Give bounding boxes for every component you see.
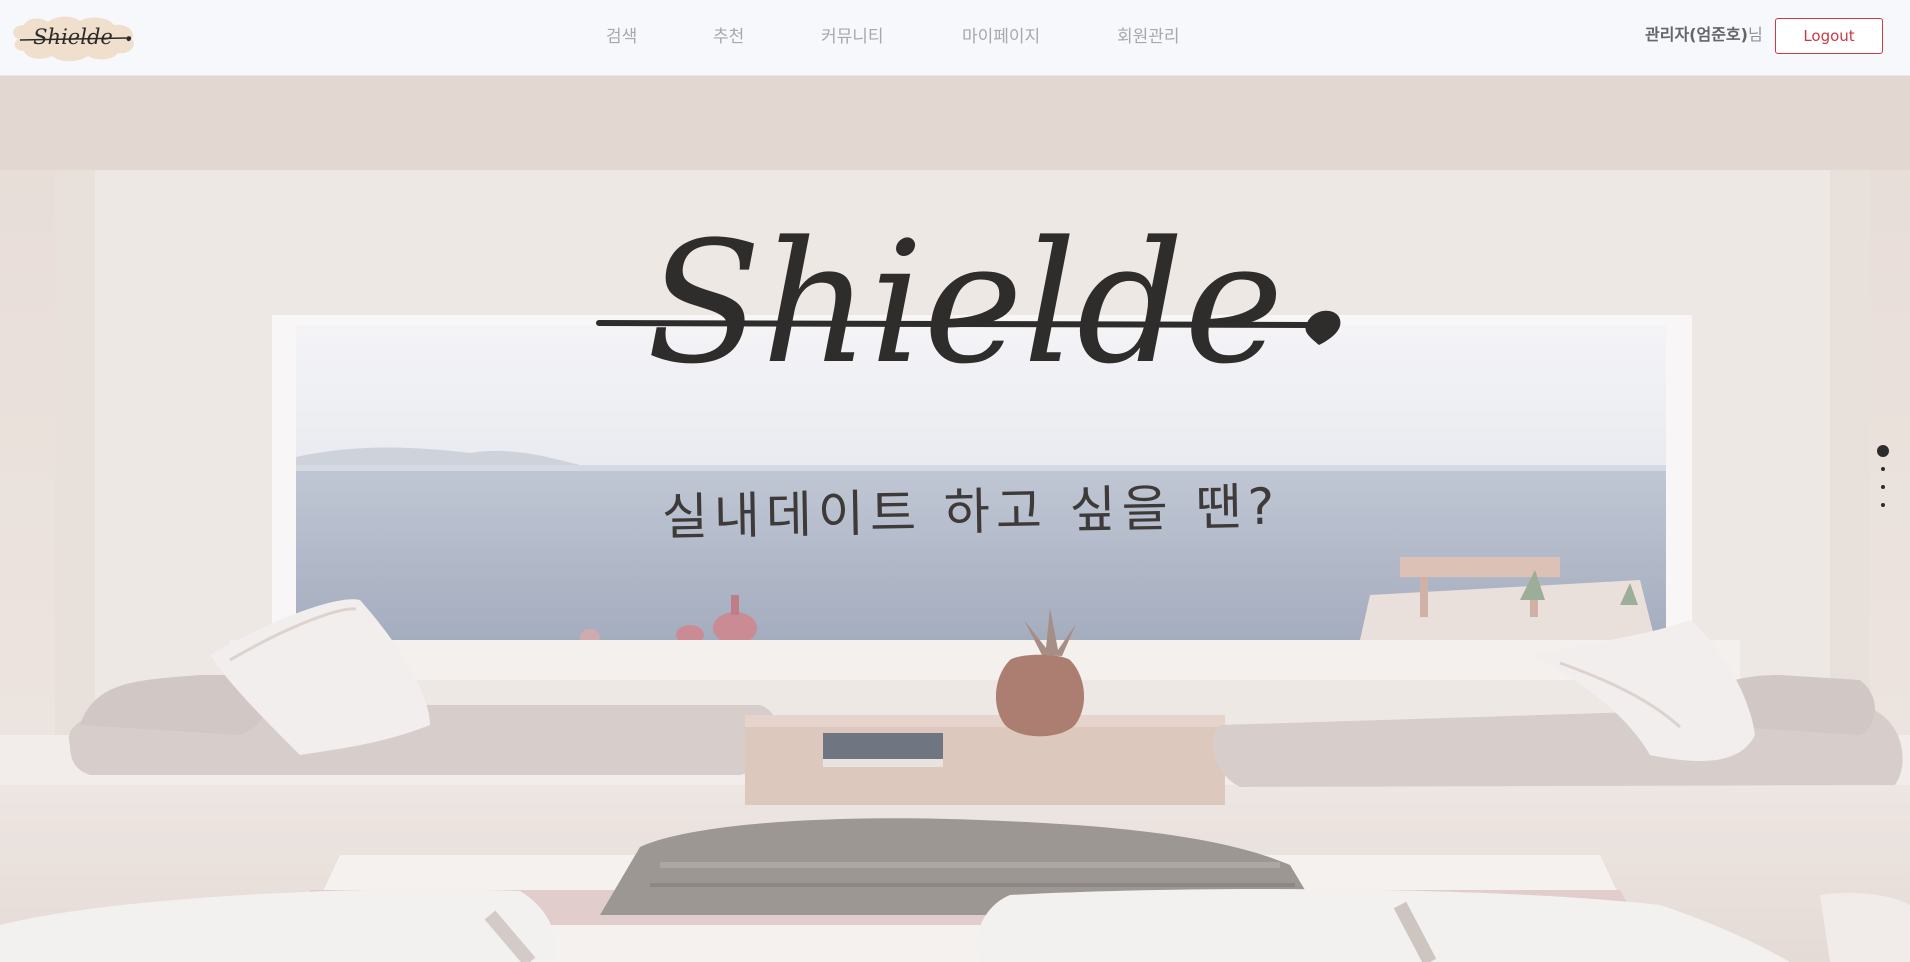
nav-item-recommend[interactable]: 추천 bbox=[713, 24, 744, 50]
nav-item-community[interactable]: 커뮤니티 bbox=[821, 24, 884, 50]
hero-brand-logo: Shielde bbox=[595, 205, 1350, 411]
user-name: 관리자(엄준호) bbox=[1645, 25, 1748, 44]
slide-dot-2[interactable] bbox=[1881, 467, 1885, 471]
nav-item-member-management[interactable]: 회원관리 bbox=[1117, 24, 1180, 50]
slide-dot-3[interactable] bbox=[1881, 485, 1885, 489]
slider-pagination bbox=[1876, 445, 1890, 521]
slide-dot-4[interactable] bbox=[1881, 503, 1885, 507]
hero-banner: Shielde 실내데이트 하고 싶을 땐? bbox=[0, 75, 1910, 962]
nav-item-mypage[interactable]: 마이페이지 bbox=[962, 24, 1040, 50]
user-greeting: 관리자(엄준호)님 bbox=[1645, 22, 1763, 48]
heart-icon bbox=[1305, 310, 1341, 345]
user-honorific: 님 bbox=[1747, 25, 1763, 44]
hero-brand-text: Shielde bbox=[646, 221, 1283, 401]
top-header: Shielde 검색 추천 커뮤니티 마이페이지 회원관리 관리자(엄준호)님 … bbox=[0, 0, 1910, 76]
slide-dot-1[interactable] bbox=[1877, 445, 1889, 457]
logout-button[interactable]: Logout bbox=[1775, 18, 1883, 54]
main-nav: 검색 추천 커뮤니티 마이페이지 회원관리 bbox=[0, 0, 1910, 75]
hero-logo-svg: Shielde bbox=[596, 205, 1341, 401]
nav-item-search[interactable]: 검색 bbox=[606, 24, 637, 50]
